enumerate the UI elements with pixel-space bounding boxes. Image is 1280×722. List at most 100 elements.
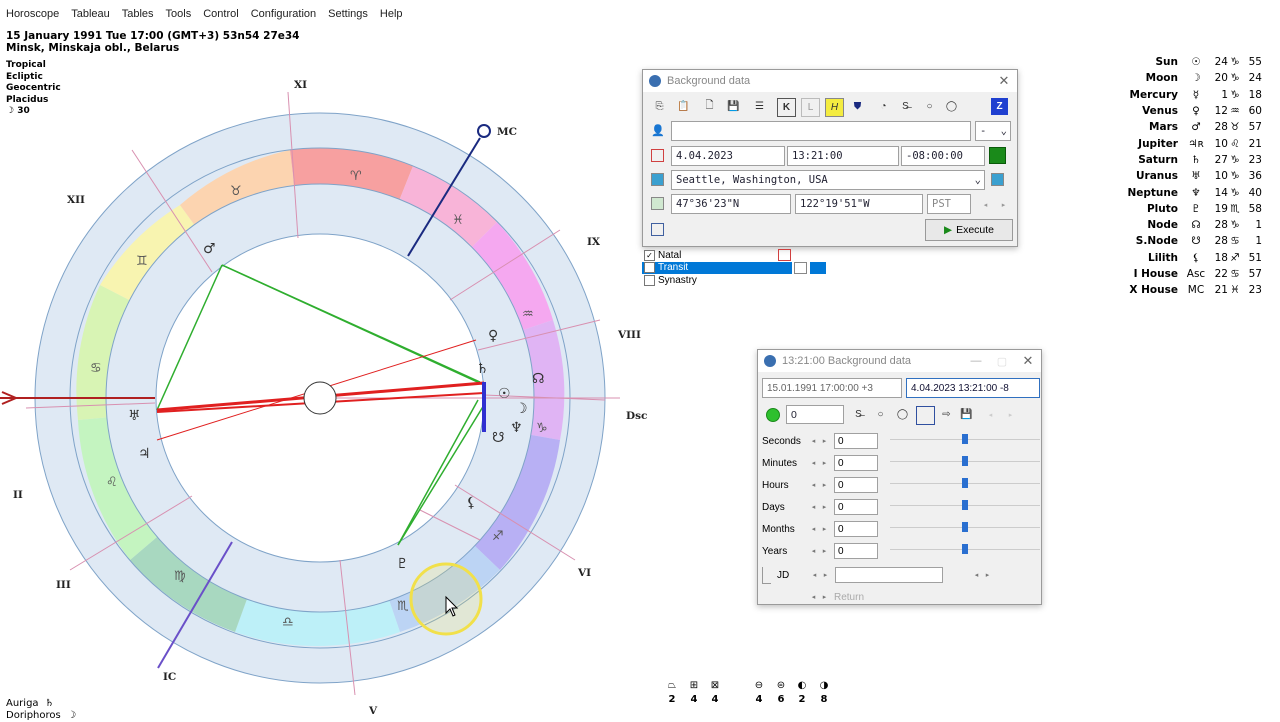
transit-window-titlebar[interactable]: 13:21:00 Background data — ▢ ✕ bbox=[758, 350, 1041, 372]
tz-name-input[interactable]: PST bbox=[927, 194, 971, 214]
planet-row-house10[interactable]: X House MC 21 ♓ 23 bbox=[1118, 282, 1262, 298]
longitude-input[interactable]: 122°19'51"W bbox=[795, 194, 923, 214]
export-icon[interactable]: ⇨ bbox=[938, 406, 955, 423]
settings-icon[interactable] bbox=[651, 223, 664, 236]
planet-row-jupiter[interactable]: Jupiter ♃ʀ 10 ♌ 21 bbox=[1118, 135, 1262, 151]
moon-phase-icon[interactable]: ◔ bbox=[875, 98, 892, 115]
minimize-icon[interactable]: — bbox=[963, 355, 989, 367]
h-button-icon[interactable]: H bbox=[825, 98, 844, 117]
k-button-icon[interactable]: K bbox=[777, 98, 796, 117]
new-file-icon[interactable]: 🗋 bbox=[701, 98, 718, 115]
planet-row-saturn[interactable]: Saturn ♄ 27 ♑ 23 bbox=[1118, 152, 1262, 168]
transit-checkbox[interactable] bbox=[644, 262, 655, 274]
dec-arrow-icon[interactable]: ◂ bbox=[808, 544, 819, 558]
planet-row-mercury[interactable]: Mercury ☿ 1 ♑ 18 bbox=[1118, 87, 1262, 103]
next-arrow-icon[interactable]: ▸ bbox=[1002, 406, 1019, 423]
dec-arrow-icon[interactable]: ◂ bbox=[808, 590, 819, 604]
inc-arrow-icon[interactable]: ▸ bbox=[819, 478, 830, 492]
planet-row-uranus[interactable]: Uranus ♅ 10 ♑ 36 bbox=[1118, 168, 1262, 184]
save-icon[interactable]: 💾 bbox=[958, 406, 975, 423]
l-button-icon[interactable]: L bbox=[801, 98, 820, 117]
dec-arrow-icon[interactable]: ◂ bbox=[809, 568, 820, 582]
shield-icon[interactable]: ⛊ bbox=[849, 98, 866, 115]
list-icon[interactable]: ☰ bbox=[751, 98, 768, 115]
years-slider[interactable] bbox=[890, 544, 1040, 554]
dec-arrow-icon[interactable]: ◂ bbox=[971, 568, 982, 582]
name-input[interactable] bbox=[671, 121, 971, 141]
strike-icon[interactable]: S̶ bbox=[897, 98, 914, 115]
dec-arrow-icon[interactable]: ◂ bbox=[808, 478, 819, 492]
name-dropdown[interactable]: - ⌄ bbox=[975, 121, 1011, 141]
next-arrow-icon[interactable]: ▸ bbox=[995, 196, 1012, 213]
synastry-checkbox[interactable] bbox=[644, 274, 655, 286]
strike-icon[interactable]: S̶ bbox=[850, 406, 867, 423]
days-slider[interactable] bbox=[890, 500, 1040, 510]
step-counter-input[interactable]: 0 bbox=[786, 405, 844, 424]
dec-arrow-icon[interactable]: ◂ bbox=[808, 456, 819, 470]
copy-icon[interactable]: ⎘ bbox=[651, 98, 668, 115]
planet-row-house1[interactable]: I House Asc 22 ♋ 57 bbox=[1118, 266, 1262, 282]
maximize-icon[interactable]: ▢ bbox=[989, 355, 1015, 368]
planet-row-lilith[interactable]: Lilith ⚸ 18 ♐ 51 bbox=[1118, 250, 1262, 266]
date-icon[interactable] bbox=[916, 406, 935, 425]
months-slider[interactable] bbox=[890, 522, 1040, 532]
green-status-icon[interactable] bbox=[989, 147, 1006, 164]
prev-arrow-icon[interactable]: ◂ bbox=[982, 406, 999, 423]
inc-arrow-icon[interactable]: ▸ bbox=[819, 456, 830, 470]
planet-row-node[interactable]: Node ☊ 28 ♑ 1 bbox=[1118, 217, 1262, 233]
list-item-transit[interactable]: Transit bbox=[642, 261, 826, 274]
close-icon[interactable]: ✕ bbox=[991, 73, 1017, 89]
planet-row-snode[interactable]: S.Node ☋ 28 ♋ 1 bbox=[1118, 233, 1262, 249]
close-icon[interactable]: ✕ bbox=[1015, 353, 1041, 369]
inc-arrow-icon[interactable]: ▸ bbox=[819, 590, 830, 604]
globe-icon[interactable] bbox=[991, 173, 1004, 186]
inc-arrow-icon[interactable]: ▸ bbox=[982, 568, 993, 582]
natal-checkbox[interactable]: ✓ bbox=[644, 249, 655, 261]
inc-arrow-icon[interactable]: ▸ bbox=[819, 434, 830, 448]
timezone-input[interactable]: -08:00:00 bbox=[901, 146, 985, 166]
circle-icon[interactable]: ◯ bbox=[894, 406, 911, 423]
minutes-slider[interactable] bbox=[890, 456, 1040, 466]
date-input[interactable]: 4.04.2023 bbox=[671, 146, 785, 166]
z-button[interactable]: Z bbox=[991, 98, 1008, 115]
months-input[interactable]: 0 bbox=[834, 521, 878, 537]
natal-datetime-field[interactable]: 15.01.1991 17:00:00 +3 bbox=[762, 378, 902, 398]
dec-arrow-icon[interactable]: ◂ bbox=[808, 434, 819, 448]
inc-arrow-icon[interactable]: ▸ bbox=[819, 522, 830, 536]
planet-row-sun[interactable]: Sun ☉ 24 ♑ 55 bbox=[1118, 54, 1262, 70]
chart-wheel[interactable]: ♈ ♉ ♊ ♋ ♌ ♍ ♎ ♏ ♐ ♑ ♒ ♓ ♂ ☉ ♀ ♄ ☽ ♅ ♆ ♇ … bbox=[0, 0, 1280, 720]
small-circle-icon[interactable]: ○ bbox=[921, 98, 938, 115]
execute-button[interactable]: ▶ Execute bbox=[925, 219, 1013, 241]
paste-icon[interactable]: 📋 bbox=[675, 98, 692, 115]
inc-arrow-icon[interactable]: ▸ bbox=[819, 500, 830, 514]
days-input[interactable]: 0 bbox=[834, 499, 878, 515]
dec-arrow-icon[interactable]: ◂ bbox=[808, 522, 819, 536]
save-icon[interactable]: 💾 bbox=[725, 98, 742, 115]
latitude-input[interactable]: 47°36'23"N bbox=[671, 194, 791, 214]
background-window-titlebar[interactable]: Background data ✕ bbox=[643, 70, 1017, 92]
return-label[interactable]: Return bbox=[834, 592, 864, 603]
minutes-input[interactable]: 0 bbox=[834, 455, 878, 471]
planet-row-mars[interactable]: Mars ♂ 28 ♉ 57 bbox=[1118, 119, 1262, 135]
hours-slider[interactable] bbox=[890, 478, 1040, 488]
jd-input[interactable] bbox=[835, 567, 943, 583]
location-input[interactable]: Seattle, Washington, USA ⌄ bbox=[671, 170, 985, 190]
list-item-synastry[interactable]: Synastry bbox=[642, 274, 826, 287]
transit-datetime-field[interactable]: 4.04.2023 13:21:00 -8 bbox=[906, 378, 1040, 398]
planet-row-venus[interactable]: Venus ♀ 12 ♒ 60 bbox=[1118, 103, 1262, 119]
years-input[interactable]: 0 bbox=[834, 543, 878, 559]
prev-arrow-icon[interactable]: ◂ bbox=[977, 196, 994, 213]
dec-arrow-icon[interactable]: ◂ bbox=[808, 500, 819, 514]
seconds-input[interactable]: 0 bbox=[834, 433, 878, 449]
small-circle-icon[interactable]: ○ bbox=[872, 406, 889, 423]
play-icon[interactable] bbox=[766, 408, 780, 422]
time-input[interactable]: 13:21:00 bbox=[787, 146, 899, 166]
planet-row-neptune[interactable]: Neptune ♆ 14 ♑ 40 bbox=[1118, 184, 1262, 200]
circle-icon[interactable]: ◯ bbox=[943, 98, 960, 115]
hours-input[interactable]: 0 bbox=[834, 477, 878, 493]
inc-arrow-icon[interactable]: ▸ bbox=[819, 544, 830, 558]
planet-row-pluto[interactable]: Pluto ♇ 19 ♏ 58 bbox=[1118, 201, 1262, 217]
planet-row-moon[interactable]: Moon ☽ 20 ♑ 24 bbox=[1118, 70, 1262, 86]
inc-arrow-icon[interactable]: ▸ bbox=[820, 568, 831, 582]
seconds-slider[interactable] bbox=[890, 434, 1040, 444]
